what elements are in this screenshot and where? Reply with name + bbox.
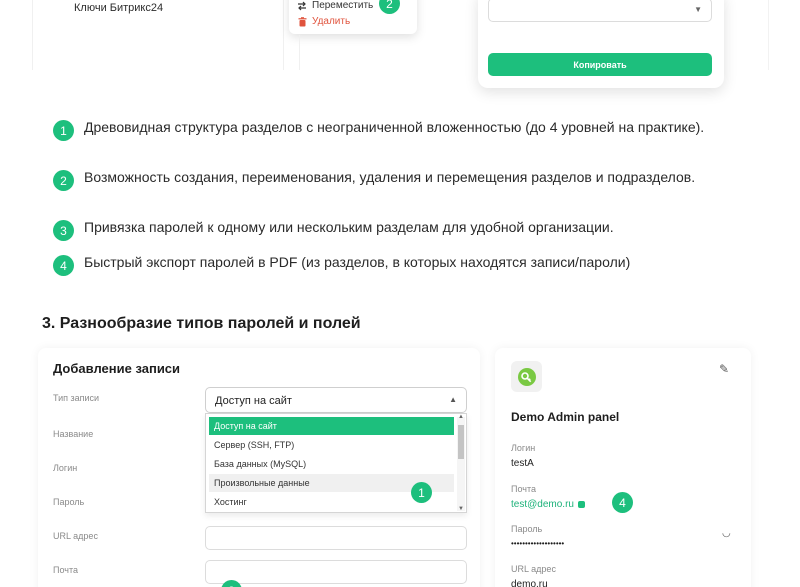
add-record-form: Добавление записи Тип записи Название Ло… — [38, 348, 480, 587]
feature-item: 2 Возможность создания, переименования, … — [53, 169, 724, 191]
password-label: Пароль — [511, 524, 543, 534]
feature-item: 3 Привязка паролей к одному или нескольк… — [53, 219, 724, 241]
record-type-value: Доступ на сайт — [215, 395, 292, 407]
tree-item-bitrix-keys[interactable]: Ключи Битрикс24 — [74, 2, 163, 14]
eye-icon[interactable]: ◡ — [722, 528, 731, 539]
login-label: Логин — [511, 443, 536, 453]
scroll-down-icon[interactable]: ▼ — [458, 506, 464, 512]
record-details-card: ✎ Demo Admin panel Логин testA Почта tes… — [495, 348, 751, 587]
context-delete-item[interactable]: Удалить — [297, 16, 350, 27]
context-move-item[interactable]: Переместить — [297, 0, 373, 11]
copy-target-select[interactable]: ▼ — [488, 0, 712, 22]
email-value-text[interactable]: test@demo.ru — [511, 499, 574, 510]
context-move-label: Переместить — [312, 0, 374, 11]
feature-text: Древовидная структура разделов с неогран… — [84, 119, 705, 135]
feature-number-badge: 3 — [53, 220, 74, 241]
url-value[interactable]: demo.ru — [511, 579, 548, 587]
context-delete-label: Удалить — [312, 16, 351, 27]
login-label: Логин — [53, 463, 78, 473]
copy-button[interactable]: Копировать — [488, 53, 712, 76]
feature-number-badge: 1 — [53, 120, 74, 141]
right-panel-edge — [768, 0, 769, 70]
chevron-down-icon: ▼ — [694, 5, 702, 14]
feature-text: Возможность создания, переименования, уд… — [84, 169, 696, 185]
email-value[interactable]: test@demo.ru — [511, 499, 585, 510]
type-option-server[interactable]: Сервер (SSH, FTP) — [209, 436, 454, 454]
copy-icon[interactable] — [577, 500, 585, 508]
url-label: URL адрес — [511, 564, 556, 574]
password-label: Пароль — [53, 497, 85, 507]
copy-modal: ▼ Копировать — [478, 0, 724, 88]
scrollbar-thumb[interactable] — [458, 425, 464, 459]
feature-item: 4 Быстрый экспорт паролей в PDF (из разд… — [53, 254, 724, 276]
key-icon — [511, 361, 542, 392]
marker-badge-1: 1 — [411, 482, 432, 503]
section-title: 3. Разнообразие типов паролей и полей — [42, 315, 361, 332]
record-title: Demo Admin panel — [511, 410, 620, 424]
feature-text: Привязка паролей к одному или нескольким… — [84, 219, 614, 235]
email-label: Почта — [511, 484, 536, 494]
chevron-up-icon: ▲ — [449, 395, 457, 404]
type-option-website[interactable]: Доступ на сайт — [209, 417, 454, 435]
email-label: Почта — [53, 565, 78, 575]
feature-text: Быстрый экспорт паролей в PDF (из раздел… — [84, 254, 631, 270]
marker-badge-4: 4 — [612, 492, 633, 513]
dropdown-scrollbar[interactable] — [457, 417, 465, 511]
login-value[interactable]: testA — [511, 458, 534, 469]
move-icon — [297, 1, 307, 11]
middle-panel — [299, 35, 477, 70]
form-title: Добавление записи — [53, 361, 181, 376]
pencil-icon[interactable]: ✎ — [719, 362, 729, 376]
url-label: URL адрес — [53, 531, 98, 541]
feature-number-badge: 4 — [53, 255, 74, 276]
email-field[interactable] — [205, 560, 467, 584]
type-option-database[interactable]: База данных (MySQL) — [209, 455, 454, 473]
url-field[interactable] — [205, 526, 467, 550]
scroll-up-icon[interactable]: ▲ — [458, 414, 464, 420]
name-label: Название — [53, 429, 94, 439]
password-value[interactable]: ••••••••••••••••••• — [511, 539, 564, 548]
trash-icon — [297, 16, 307, 27]
feature-item: 1 Древовидная структура разделов с неогр… — [53, 119, 724, 141]
feature-number-badge: 2 — [53, 170, 74, 191]
type-label: Тип записи — [53, 393, 100, 403]
record-type-select[interactable]: Доступ на сайт ▲ — [205, 387, 467, 413]
